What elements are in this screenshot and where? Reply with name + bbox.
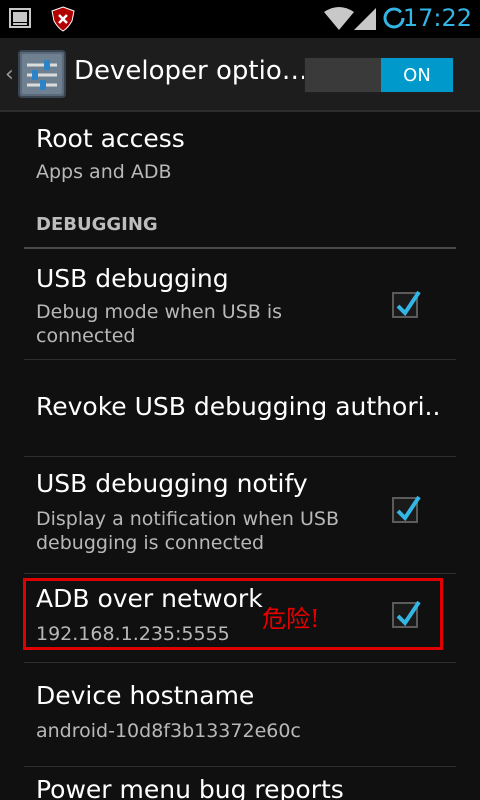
list-item-revoke-usb-authorizations[interactable]: Revoke USB debugging authori.. [0,360,480,455]
danger-annotation: 危险! [262,605,320,633]
status-bar: 17:22 [0,0,480,38]
usb-debugging-summary: Debug mode when USB is connected [36,301,283,347]
root-access-summary: Apps and ADB [36,161,172,183]
list-item-root-access[interactable]: Root access Apps and ADB [0,112,480,192]
revoke-title: Revoke USB debugging authori.. [36,392,441,421]
shield-icon [50,6,76,36]
usb-debugging-checkbox[interactable] [392,290,421,318]
settings-sliders-icon[interactable] [18,50,66,102]
section-divider [24,247,456,249]
usb-notify-checkbox[interactable] [392,495,421,523]
up-caret-icon[interactable]: ‹ [5,62,14,87]
list-item-power-menu-bug-reports[interactable]: Power menu bug reports [0,767,480,800]
hostname-title: Device hostname [36,681,255,710]
usb-notify-title: USB debugging notify [36,469,308,498]
debugging-section-header: DEBUGGING [36,214,158,235]
screenshot-icon [8,6,32,34]
usb-notify-summary: Display a notification when USB debuggin… [36,508,339,554]
root-access-title: Root access [36,124,185,153]
list-item-usb-debugging[interactable]: USB debugging Debug mode when USB is con… [0,252,480,358]
highlight-box [23,578,443,650]
signal-icon [352,6,378,36]
switch-on-label: ON [381,58,453,92]
page-title: Developer optio… [74,56,308,86]
list-item-device-hostname[interactable]: Device hostname android-10d8f3b13372e60c [0,663,480,765]
developer-options-switch[interactable]: ON [304,57,454,93]
action-bar: ‹ Developer optio… ON [0,38,480,112]
power-menu-title: Power menu bug reports [36,775,344,800]
list-item-usb-debugging-notify[interactable]: USB debugging notify Display a notificat… [0,457,480,572]
hostname-summary: android-10d8f3b13372e60c [36,720,301,742]
status-time: 17:22 [402,4,472,32]
wifi-icon [322,6,356,36]
usb-debugging-title: USB debugging [36,264,229,293]
settings-list: Root access Apps and ADB DEBUGGING USB d… [0,112,480,800]
